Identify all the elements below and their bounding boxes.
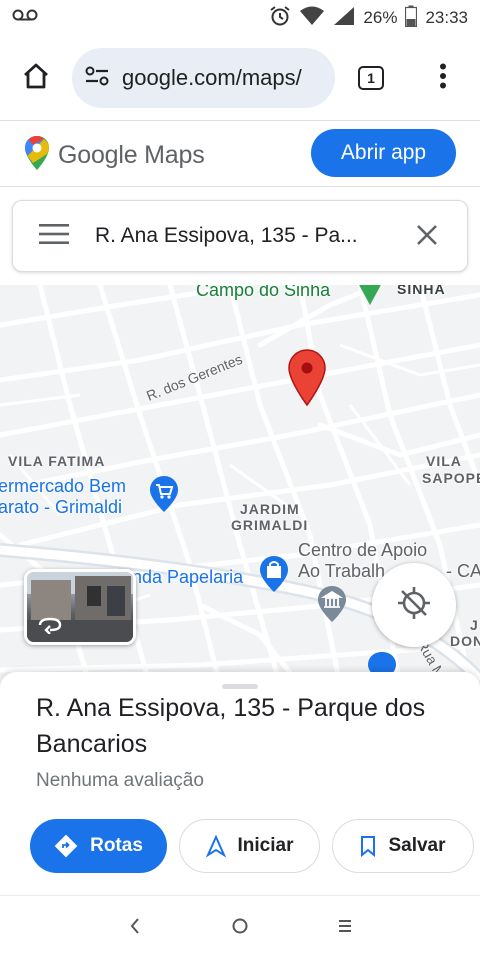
search-input[interactable]: R. Ana Essipova, 135 - Pa...: [95, 224, 395, 248]
wifi-icon: [299, 6, 325, 31]
bookmark-icon: [360, 835, 376, 857]
save-label: Salvar: [388, 835, 446, 856]
place-bottom-sheet[interactable]: R. Ana Essipova, 135 - Parque dos Bancar…: [0, 672, 480, 894]
map-label-vila-fatima: VILA FATIMA: [8, 453, 106, 469]
navigation-icon: [205, 835, 226, 857]
browser-toolbar: google.com/maps/ 1: [0, 36, 480, 120]
alarm-icon: [269, 5, 291, 32]
search-box[interactable]: R. Ana Essipova, 135 - Pa...: [12, 200, 468, 272]
address-bar[interactable]: google.com/maps/: [72, 48, 335, 108]
back-icon: [129, 917, 141, 940]
recents-icon: [337, 918, 353, 939]
clear-search-button[interactable]: [413, 223, 441, 251]
poi-centro-tail: - CA: [446, 561, 480, 581]
government-building-icon[interactable]: [316, 585, 348, 628]
place-title: R. Ana Essipova, 135 - Parque dos Bancar…: [36, 694, 426, 758]
location-pin-icon[interactable]: [287, 349, 327, 412]
street-view-icon: [37, 616, 63, 639]
tab-count: 1: [358, 66, 384, 90]
map-label-campo[interactable]: Campo do Sinhá: [196, 285, 330, 301]
poi-supermercado-line2[interactable]: arato - Grimaldi: [0, 496, 122, 518]
voicemail-icon: [12, 8, 38, 28]
drag-handle[interactable]: [222, 684, 258, 689]
place-actions: Rotas Iniciar Salvar: [30, 819, 474, 873]
map-label-jardim: JARDIM: [240, 501, 300, 517]
maps-header: Google Maps Abrir app: [0, 121, 480, 187]
url-text[interactable]: google.com/maps/: [122, 65, 302, 91]
poi-centro-line2[interactable]: Ao Trabalh: [298, 560, 385, 582]
home-icon: [22, 62, 50, 95]
header-divider: [0, 186, 480, 187]
more-vert-icon: [439, 63, 447, 94]
google-maps-logo: Google Maps: [24, 135, 205, 176]
home-button[interactable]: [0, 36, 72, 120]
menu-icon: [39, 223, 69, 250]
battery-percent: 26%: [363, 8, 398, 27]
directions-button[interactable]: Rotas: [30, 819, 167, 873]
directions-icon: [54, 834, 78, 858]
nav-recents-button[interactable]: [331, 916, 359, 940]
browser-menu-button[interactable]: [428, 60, 458, 96]
nav-home-button[interactable]: [226, 916, 254, 940]
nav-back-button[interactable]: [121, 916, 149, 940]
map-label-j: J: [470, 617, 479, 633]
tab-switcher-button[interactable]: 1: [354, 64, 388, 92]
menu-button[interactable]: [13, 200, 71, 272]
site-settings-icon[interactable]: [84, 65, 110, 92]
map-label-sapopemba: SAPOPEMB: [422, 470, 480, 486]
poi-papelaria[interactable]: nda Papelaria: [132, 566, 243, 588]
maps-pin-logo-icon: [24, 135, 50, 176]
directions-label: Rotas: [90, 835, 143, 856]
my-location-button[interactable]: [372, 563, 456, 647]
maps-logo-text: Google Maps: [58, 141, 205, 169]
map-view[interactable]: Campo do Sinhá SINHÁ R. dos Gerentes VIL…: [0, 285, 480, 685]
map-label-vila: VILA: [426, 453, 462, 469]
status-bar: 26% 23:33: [0, 0, 480, 36]
save-button[interactable]: Salvar: [332, 819, 474, 873]
place-rating: Nenhuma avaliação: [36, 770, 204, 791]
location-disabled-icon: [396, 585, 432, 626]
battery-icon: [405, 5, 418, 32]
open-app-button[interactable]: Abrir app: [311, 129, 456, 177]
map-label-don: DON: [450, 633, 480, 649]
start-button[interactable]: Iniciar: [179, 819, 320, 873]
park-pin-icon[interactable]: [356, 285, 384, 312]
poi-centro-line1[interactable]: Centro de Apoio: [298, 539, 427, 561]
circle-home-icon: [231, 917, 249, 940]
map-label-grimaldi: GRIMALDI: [231, 517, 309, 533]
start-label: Iniciar: [237, 835, 294, 856]
map-label-sinha: SINHÁ: [397, 285, 446, 297]
shopping-bag-icon[interactable]: [258, 555, 290, 598]
close-icon: [416, 224, 438, 251]
street-view-thumbnail[interactable]: [24, 569, 136, 645]
shopping-cart-icon[interactable]: [148, 475, 180, 518]
system-nav-bar: [0, 895, 480, 960]
signal-icon: [333, 6, 355, 31]
poi-supermercado-line1[interactable]: ermercado Bem: [0, 475, 126, 497]
clock: 23:33: [425, 8, 468, 27]
